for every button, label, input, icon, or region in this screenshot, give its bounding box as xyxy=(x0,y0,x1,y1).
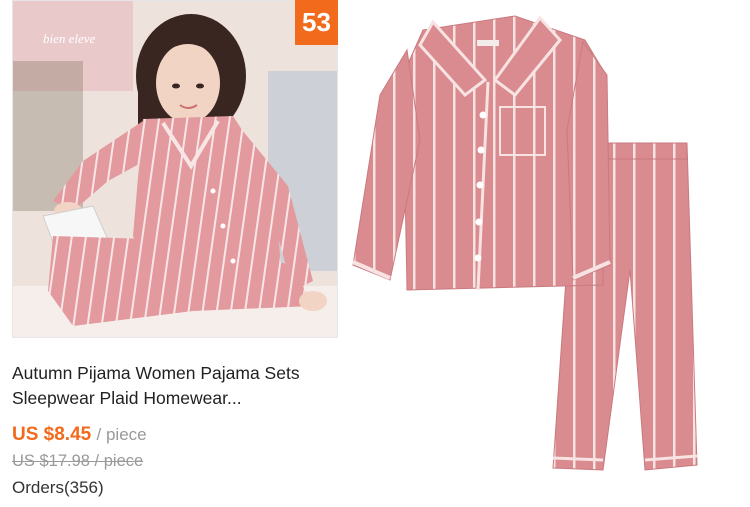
product-title[interactable]: Autumn Pijama Women Pajama Sets Sleepwea… xyxy=(12,361,337,411)
product-card[interactable]: bien eleve 53 Autumn Pijama Women Pajama… xyxy=(0,0,345,502)
shirt-button xyxy=(474,254,482,262)
model-photo: bien eleve xyxy=(13,1,337,337)
pajama-set-illustration xyxy=(352,15,698,471)
original-price: US $17.98 / piece xyxy=(12,452,144,470)
shirt-button xyxy=(475,218,483,226)
shirt-button xyxy=(477,146,485,154)
price-unit: / piece xyxy=(96,425,147,444)
label-tag xyxy=(477,40,499,46)
product-image[interactable] xyxy=(345,0,750,502)
shirt-button xyxy=(476,181,484,189)
shirt-button xyxy=(479,111,487,119)
current-price: US $8.45 xyxy=(12,424,92,445)
orders-count: Orders(356) xyxy=(12,478,104,497)
watermark-text: bien eleve xyxy=(43,31,96,46)
discount-badge: 53 xyxy=(295,0,338,45)
product-thumbnail[interactable]: bien eleve xyxy=(12,0,338,338)
price-row: US $8.45 / piece xyxy=(12,424,147,446)
